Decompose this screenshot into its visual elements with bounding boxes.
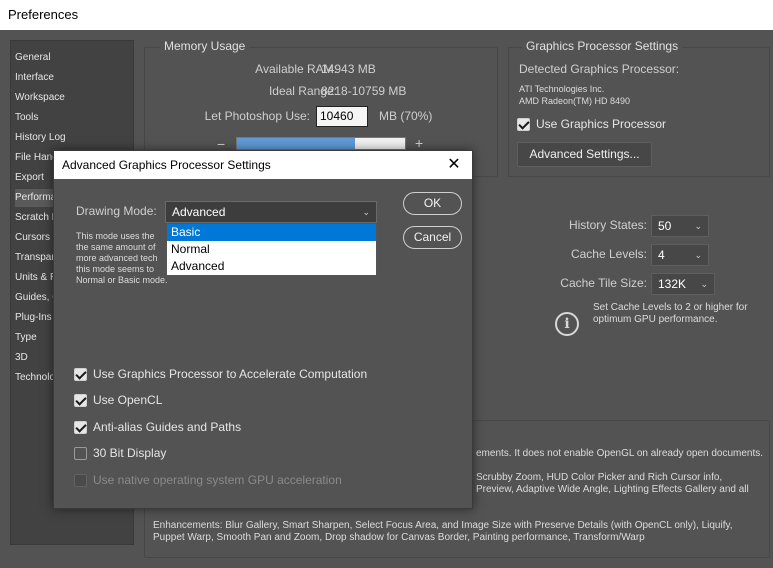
- sidebar-item-history-log[interactable]: History Log: [15, 129, 131, 147]
- history-states-field[interactable]: 50 ⌄: [651, 215, 709, 237]
- memory-percent: MB (70%): [379, 109, 433, 123]
- enhancements-line-2: Puppet Warp, Smooth Pan and Zoom, Drop s…: [153, 532, 645, 543]
- drawing-mode-value: Advanced: [172, 205, 226, 219]
- anti-alias-checkbox[interactable]: [74, 421, 87, 434]
- available-ram-value: 14943 MB: [321, 62, 376, 76]
- drawing-mode-desc-5: Normal or Basic mode.: [76, 275, 168, 285]
- memory-slider[interactable]: [236, 137, 406, 150]
- chevron-down-icon: ⌄: [700, 279, 708, 289]
- cache-levels-value: 4: [658, 248, 665, 262]
- accelerate-computation-label: Use Graphics Processor to Accelerate Com…: [93, 367, 368, 381]
- gpu-vendor: ATI Technologies Inc.: [519, 84, 605, 94]
- advanced-gpu-dialog: Advanced Graphics Processor Settings ✕ D…: [53, 150, 473, 509]
- close-icon[interactable]: ✕: [444, 155, 464, 175]
- drawing-mode-select[interactable]: Advanced ⌄: [165, 201, 377, 223]
- history-states-label: History States:: [568, 218, 647, 232]
- native-gpu-acceleration-checkbox: [74, 474, 87, 487]
- desc-line-1: ements. It does not enable OpenGL on alr…: [476, 448, 764, 459]
- sidebar-item-general[interactable]: General: [15, 49, 131, 67]
- sidebar-item-interface[interactable]: Interface: [15, 69, 131, 87]
- use-gpu-checkbox[interactable]: [517, 118, 530, 131]
- cache-tile-size-value: 132K: [658, 277, 687, 291]
- dialog-title-bar: Advanced Graphics Processor Settings: [54, 151, 472, 179]
- use-opencl-label: Use OpenCL: [93, 393, 163, 407]
- use-opencl-checkbox[interactable]: [74, 394, 87, 407]
- cache-info-line2: optimum GPU performance.: [593, 314, 718, 325]
- cache-levels-label: Cache Levels:: [570, 247, 647, 261]
- chevron-down-icon: ⌄: [362, 207, 370, 217]
- sidebar-item-tools[interactable]: Tools: [15, 109, 131, 127]
- sidebar-item-workspace[interactable]: Workspace: [15, 89, 131, 107]
- accelerate-computation-checkbox[interactable]: [74, 368, 87, 381]
- memory-slider-fill: [237, 138, 355, 149]
- 30-bit-display-label: 30 Bit Display: [93, 446, 167, 460]
- let-photoshop-use-label: Let Photoshop Use:: [204, 109, 310, 123]
- advanced-settings-button[interactable]: Advanced Settings...: [517, 142, 652, 167]
- history-states-value: 50: [658, 219, 672, 233]
- native-gpu-acceleration-label: Use native operating system GPU accelera…: [93, 473, 342, 487]
- dialog-title: Advanced Graphics Processor Settings: [62, 158, 271, 172]
- cache-tile-size-field[interactable]: 132K ⌄: [651, 273, 715, 295]
- gpu-model: AMD Radeon(TM) HD 8490: [519, 96, 631, 106]
- cache-levels-field[interactable]: 4 ⌄: [651, 244, 709, 266]
- option-normal[interactable]: Normal: [167, 241, 376, 258]
- cancel-button[interactable]: Cancel: [403, 226, 462, 249]
- memory-amount-input[interactable]: 10460: [316, 106, 368, 127]
- gpu-settings-title: Graphics Processor Settings: [522, 39, 683, 53]
- drawing-mode-dropdown-menu: Basic Normal Advanced: [166, 223, 377, 276]
- chevron-down-icon: ⌄: [694, 221, 702, 231]
- ideal-range-value: 8218-10759 MB: [321, 84, 407, 98]
- ok-button[interactable]: OK: [403, 192, 462, 215]
- window-title-bar: Preferences: [0, 0, 773, 30]
- 30-bit-display-checkbox[interactable]: [74, 447, 87, 460]
- drawing-mode-label: Drawing Mode:: [76, 204, 157, 218]
- cache-info-line1: Set Cache Levels to 2 or higher for: [593, 302, 748, 313]
- option-basic[interactable]: Basic: [167, 224, 376, 241]
- chevron-down-icon: ⌄: [694, 250, 702, 260]
- desc-line-3: Preview, Adaptive Wide Angle, Lighting E…: [476, 484, 749, 495]
- desc-line-2: Scrubby Zoom, HUD Color Picker and Rich …: [476, 472, 723, 483]
- enhancements-line-1: Enhancements: Blur Gallery, Smart Sharpe…: [153, 520, 733, 531]
- option-advanced[interactable]: Advanced: [167, 258, 376, 275]
- detected-gpu-label: Detected Graphics Processor:: [519, 62, 680, 76]
- use-gpu-label: Use Graphics Processor: [536, 117, 667, 131]
- memory-increase-button[interactable]: +: [415, 135, 423, 151]
- window-title: Preferences: [8, 7, 79, 22]
- memory-usage-title: Memory Usage: [160, 39, 250, 53]
- anti-alias-label: Anti-alias Guides and Paths: [93, 420, 242, 434]
- info-icon: i: [555, 312, 579, 336]
- cache-tile-size-label: Cache Tile Size:: [560, 276, 647, 290]
